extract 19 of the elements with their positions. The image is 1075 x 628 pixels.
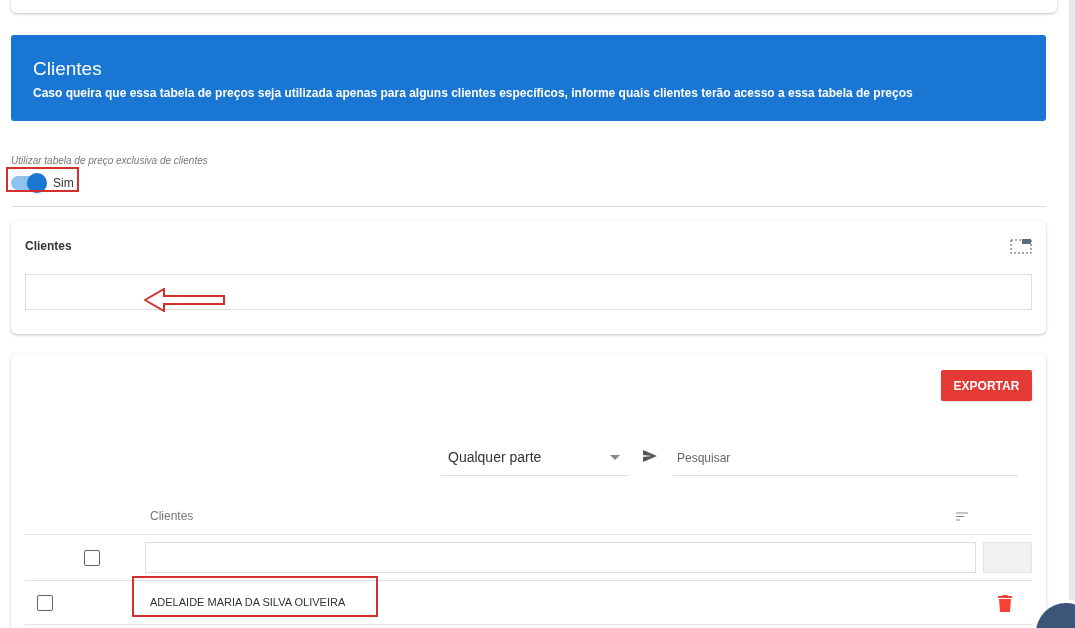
table-cell-text: ADELAIDE MARIA DA SILVA OLIVEIRA [150,595,346,611]
window-icon[interactable] [1010,238,1032,254]
export-button[interactable]: EXPORTAR [941,370,1032,401]
send-icon[interactable] [643,450,657,462]
banner-subtitle: Caso queira que essa tabela de preços seja utilizada apenas para alguns clientes específicos, informe quais clientes terão acesso a essa tabela de preços [33,85,914,102]
checkbox[interactable] [83,549,100,566]
checkbox[interactable] [37,594,53,611]
clients-input[interactable] [25,274,1032,310]
toggle-switch[interactable] [11,176,45,190]
card-title: Clientes [25,238,72,255]
sort-icon[interactable] [956,511,968,521]
match-select[interactable]: Qualquer parte [441,439,627,476]
toggle-state: Sim [53,175,74,192]
toggle-label: Utilizar tabela de preço exclusiva de clientes [11,154,209,168]
caret-icon [610,454,620,460]
search-field[interactable]: Pesquisar [673,440,1018,476]
column-header: Clientes [150,508,194,525]
trash-icon[interactable] [998,593,1012,612]
banner-title: Clientes [33,58,103,80]
